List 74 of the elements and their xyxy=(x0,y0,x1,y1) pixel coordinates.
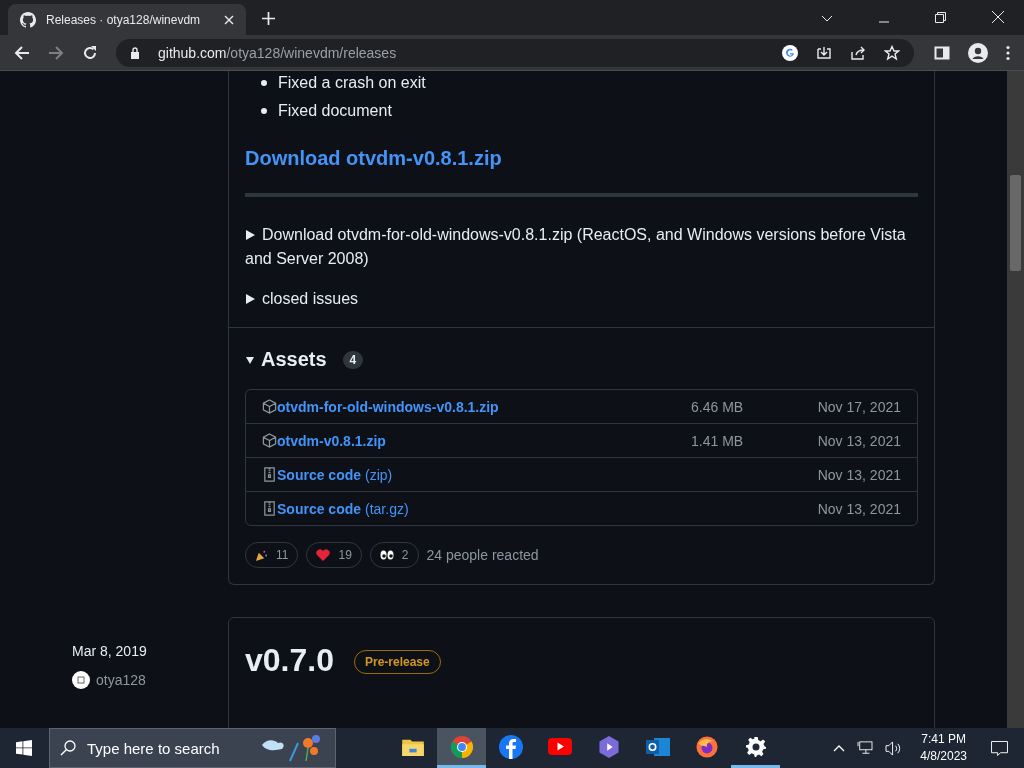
clock-time: 7:41 PM xyxy=(921,731,966,748)
avatar-icon xyxy=(72,671,90,689)
menu-icon[interactable] xyxy=(1006,44,1010,61)
chrome-icon xyxy=(450,735,473,758)
download-link[interactable]: Download otvdm-v0.8.1.zip xyxy=(245,147,502,170)
heart-icon xyxy=(316,549,331,561)
lock-icon xyxy=(130,46,140,59)
outlook-icon xyxy=(645,735,670,758)
author-link[interactable]: otya128 xyxy=(96,672,146,688)
bullet-icon xyxy=(261,80,267,86)
asset-link[interactable]: otvdm-v0.8.1.zip xyxy=(277,432,691,449)
settings-icon xyxy=(745,736,766,757)
facebook-icon xyxy=(498,734,523,759)
asset-date: Nov 13, 2021 xyxy=(816,466,901,483)
details-summary[interactable]: Download otvdm-for-old-windows-v0.8.1.zip (ReactOS, and Windows versions before Vista and Server 2008) xyxy=(245,223,918,271)
network-icon[interactable] xyxy=(857,741,874,755)
asset-size: 1.41 MB xyxy=(691,432,745,449)
side-panel-icon[interactable] xyxy=(934,44,950,61)
clock-date: 4/8/2023 xyxy=(920,748,967,765)
asset-date: Nov 13, 2021 xyxy=(816,500,901,517)
star-icon[interactable] xyxy=(884,44,900,61)
folder-icon xyxy=(401,737,424,756)
new-tab-icon[interactable] xyxy=(262,12,275,25)
share-icon[interactable] xyxy=(850,44,866,61)
profile-icon[interactable] xyxy=(968,42,988,63)
reactions-summary: 24 people reacted xyxy=(426,547,539,563)
asset-link[interactable]: Source code (zip) xyxy=(277,466,801,483)
party-popper-icon xyxy=(255,548,268,562)
tab-title: Releases · otya128/winevdm xyxy=(46,12,202,27)
firefox-icon xyxy=(695,735,718,758)
details-summary[interactable]: closed issues xyxy=(245,287,918,311)
package-icon xyxy=(262,433,277,448)
play-hexagon-icon xyxy=(597,735,620,758)
notifications-icon[interactable] xyxy=(991,740,1008,756)
triangle-icon[interactable] xyxy=(245,294,255,304)
scrollbar[interactable] xyxy=(1007,71,1024,728)
package-icon xyxy=(262,399,277,414)
restore-icon[interactable] xyxy=(935,12,946,23)
close-icon[interactable] xyxy=(224,14,234,25)
zip-file-icon xyxy=(262,467,277,482)
asset-date: Nov 17, 2021 xyxy=(816,398,901,415)
assets-heading[interactable]: Assets xyxy=(261,348,327,371)
address-bar[interactable]: github.com/otya128/winevdm/releases xyxy=(116,38,914,67)
asset-link[interactable]: otvdm-for-old-windows-v0.8.1.zip xyxy=(277,398,691,415)
google-g-icon[interactable] xyxy=(782,44,798,61)
taskbar-search-field[interactable]: Type here to search xyxy=(49,728,336,768)
release-note: Fixed a crash on exit xyxy=(278,73,426,93)
release-note: Fixed document xyxy=(278,101,392,121)
install-icon[interactable] xyxy=(816,44,832,61)
triangle-icon[interactable] xyxy=(245,230,255,240)
zip-file-icon xyxy=(262,501,277,516)
github-logo-icon xyxy=(20,11,36,28)
clock[interactable]: 7:41 PM 4/8/2023 xyxy=(920,731,967,765)
asset-link[interactable]: Source code (tar.gz) xyxy=(277,500,801,517)
chevron-down-icon[interactable] xyxy=(821,15,833,23)
browser-tab[interactable]: Releases · otya128/winevdm xyxy=(8,4,246,35)
asset-date: Nov 13, 2021 xyxy=(816,432,901,449)
bullet-icon xyxy=(261,108,267,114)
windows-start-icon[interactable] xyxy=(16,740,32,756)
close-icon[interactable] xyxy=(992,11,1004,23)
youtube-icon xyxy=(547,738,572,755)
eyes-icon xyxy=(379,550,394,560)
asset-count: 4 xyxy=(342,350,364,369)
search-icon xyxy=(60,740,76,756)
chevron-up-icon[interactable] xyxy=(833,744,846,752)
caret-icon[interactable] xyxy=(245,354,255,365)
release-date: Mar 8, 2019 xyxy=(72,643,148,659)
speaker-icon[interactable] xyxy=(885,740,903,756)
release-title[interactable]: v0.7.0 xyxy=(245,642,334,679)
asset-size: 6.46 MB xyxy=(691,398,745,415)
reload-icon[interactable] xyxy=(82,44,98,61)
back-icon[interactable] xyxy=(14,44,30,61)
forward-icon[interactable] xyxy=(48,44,64,61)
url-text: github.com/otya128/winevdm/releases xyxy=(158,44,397,61)
